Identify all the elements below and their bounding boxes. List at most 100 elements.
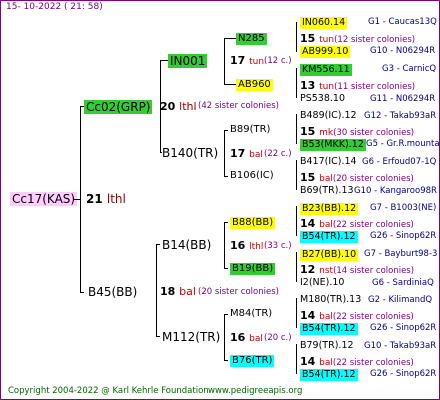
gen4-queen-21[interactable]: B54(TR).12 — [300, 323, 358, 335]
connector — [224, 360, 228, 361]
root-queen[interactable]: Cc17(KAS) — [10, 192, 78, 206]
gen4-cat-24: G26 - Sinop62R — [370, 369, 437, 379]
gen4-sisters-20: (22 sister colonies) — [332, 312, 414, 322]
gen4-queen-13[interactable]: B23(BB).12 — [300, 203, 359, 215]
gen2-sisters-4: (20 c.) — [264, 333, 292, 343]
gen1-year-1-value: 20 — [160, 100, 176, 113]
gen1-queen-1[interactable]: Cc02(GRP) — [84, 100, 153, 114]
gen4-note-8: mk — [319, 128, 334, 138]
footer-site-link[interactable]: www.pedigreeapis.org — [208, 387, 302, 396]
gen4-year-11: 15 bal(20 sister colonies) — [300, 172, 414, 184]
timestamp: 15- 10-2022 ( 21: 58) — [6, 2, 103, 12]
gen4-cat-3: G10 - N06294R — [370, 46, 436, 56]
gen1-sisters-1: (42 sister colonies) — [198, 101, 279, 111]
gen4-note-20: bal — [319, 312, 333, 322]
gen4-cat-13: G7 - B1003(NE) — [370, 203, 437, 213]
connector — [156, 244, 157, 336]
gen4-cat-4: G3 - CarnicQ — [382, 64, 437, 74]
gen4-year-5-value: 13 — [300, 79, 316, 92]
connector — [224, 314, 225, 360]
gen2-year-4-value: 16 — [230, 331, 246, 344]
gen2-note-3: lthl — [249, 242, 264, 252]
gen3-queen-5[interactable]: B88(BB) — [230, 217, 276, 229]
gen1-sisters-2: (20 sister colonies) — [198, 287, 279, 297]
connector — [160, 60, 161, 152]
gen2-queen-4[interactable]: M112(TR) — [162, 331, 220, 343]
gen4-queen-7[interactable]: B489(IC).12 — [300, 111, 357, 121]
gen4-queen-3[interactable]: AB999.10 — [300, 46, 351, 58]
connector — [296, 298, 297, 328]
gen1-queen-2[interactable]: B45(BB) — [88, 286, 137, 298]
gen4-sisters-11: (20 sister colonies) — [332, 174, 414, 184]
gen2-year-2-value: 17 — [230, 147, 246, 160]
gen4-note-11: bal — [319, 174, 333, 184]
connector — [224, 222, 225, 268]
gen2-year-3-value: 16 — [230, 239, 246, 252]
gen4-cat-21: G26 - Sinop62R — [370, 323, 437, 333]
connector — [296, 252, 297, 282]
gen4-note-23: bal — [319, 358, 333, 368]
connector — [224, 130, 225, 176]
gen4-year-2: 15 tun(12 sister colonies) — [300, 33, 415, 45]
gen1-year-2: 18 bal — [160, 286, 196, 297]
gen3-queen-3[interactable]: B89(TR) — [230, 125, 270, 135]
gen4-queen-16[interactable]: B27(BB).10 — [300, 249, 359, 261]
gen4-cat-12: G10 - Kangaroo98R — [354, 186, 437, 196]
gen4-queen-6[interactable]: PS538.10 — [300, 94, 345, 104]
gen4-note-17: nst — [319, 266, 334, 276]
gen4-cat-22: G10 - Takab93aR — [364, 341, 437, 351]
gen3-queen-7[interactable]: M84(TR) — [230, 309, 272, 319]
connector — [224, 314, 228, 315]
gen4-queen-1[interactable]: IN060.14 — [300, 17, 348, 29]
gen3-queen-2[interactable]: AB960 — [236, 79, 273, 91]
connector — [296, 206, 297, 236]
gen4-year-8: 15 mk(30 sister colonies) — [300, 126, 414, 138]
connector — [80, 292, 84, 293]
connector — [296, 160, 297, 190]
gen1-year-1: 20 lthl — [160, 101, 197, 112]
gen4-year-14: 14 bal(22 sister colonies) — [300, 218, 414, 230]
gen2-note-1: tun — [249, 57, 265, 67]
gen4-queen-12[interactable]: B69(TR).13 — [300, 186, 354, 196]
gen4-sisters-14: (22 sister colonies) — [332, 220, 414, 230]
gen4-queen-4[interactable]: KM556.11 — [300, 64, 352, 76]
gen4-queen-19[interactable]: M180(TR).13 — [300, 295, 361, 305]
connector — [224, 176, 228, 177]
gen4-queen-9[interactable]: B53(MKK).12 — [300, 139, 366, 151]
gen4-year-17-value: 12 — [300, 263, 316, 276]
gen4-cat-15: G26 - Sinop62R — [370, 231, 437, 241]
root-note: lthl — [106, 192, 126, 206]
connector — [74, 199, 80, 200]
connector — [296, 114, 297, 144]
gen4-cat-16: G7 - Bayburt98-3 — [364, 249, 438, 259]
gen2-queen-1[interactable]: IN001 — [168, 54, 208, 68]
gen2-queen-3[interactable]: B14(BB) — [162, 239, 211, 251]
gen4-cat-6: G11 - N06294R — [370, 94, 436, 104]
gen4-note-2: tun — [319, 35, 335, 45]
gen4-sisters-17: (14 sister colonies) — [333, 266, 415, 276]
gen4-queen-22[interactable]: B79(TR).12 — [300, 341, 354, 351]
gen4-queen-15[interactable]: B54(TR).12 — [300, 231, 358, 243]
gen3-queen-6[interactable]: B19(BB) — [230, 263, 276, 275]
gen4-queen-10[interactable]: B417(IC).14 — [300, 157, 357, 167]
gen4-year-8-value: 15 — [300, 125, 316, 138]
gen2-note-2: bal — [249, 150, 263, 160]
gen4-year-23: 14 bal(22 sister colonies) — [300, 356, 414, 368]
gen4-note-14: bal — [319, 220, 333, 230]
connector — [296, 22, 297, 52]
gen4-queen-18[interactable]: I2(NE).10 — [300, 278, 344, 288]
gen4-cat-9: G5 - Gr.R.mounta — [366, 139, 440, 149]
gen4-sisters-8: (30 sister colonies) — [333, 128, 415, 138]
connector — [296, 68, 297, 98]
gen3-queen-1[interactable]: N285 — [236, 33, 267, 45]
connector — [156, 244, 160, 245]
gen4-year-23-value: 14 — [300, 355, 316, 368]
gen3-queen-8[interactable]: B76(TR) — [230, 355, 275, 367]
gen4-cat-19: G2 - KilimandQ — [368, 295, 433, 305]
footer-copyright: Copyright 2004-2022 @ Karl Kehrle Founda… — [8, 386, 209, 396]
gen2-sisters-3: (33 c.) — [264, 241, 292, 251]
gen3-queen-4[interactable]: B106(IC) — [230, 171, 274, 181]
gen4-queen-24[interactable]: B54(TR).12 — [300, 369, 358, 381]
gen2-queen-2[interactable]: B140(TR) — [162, 147, 218, 159]
gen2-year-1-value: 17 — [230, 54, 246, 67]
